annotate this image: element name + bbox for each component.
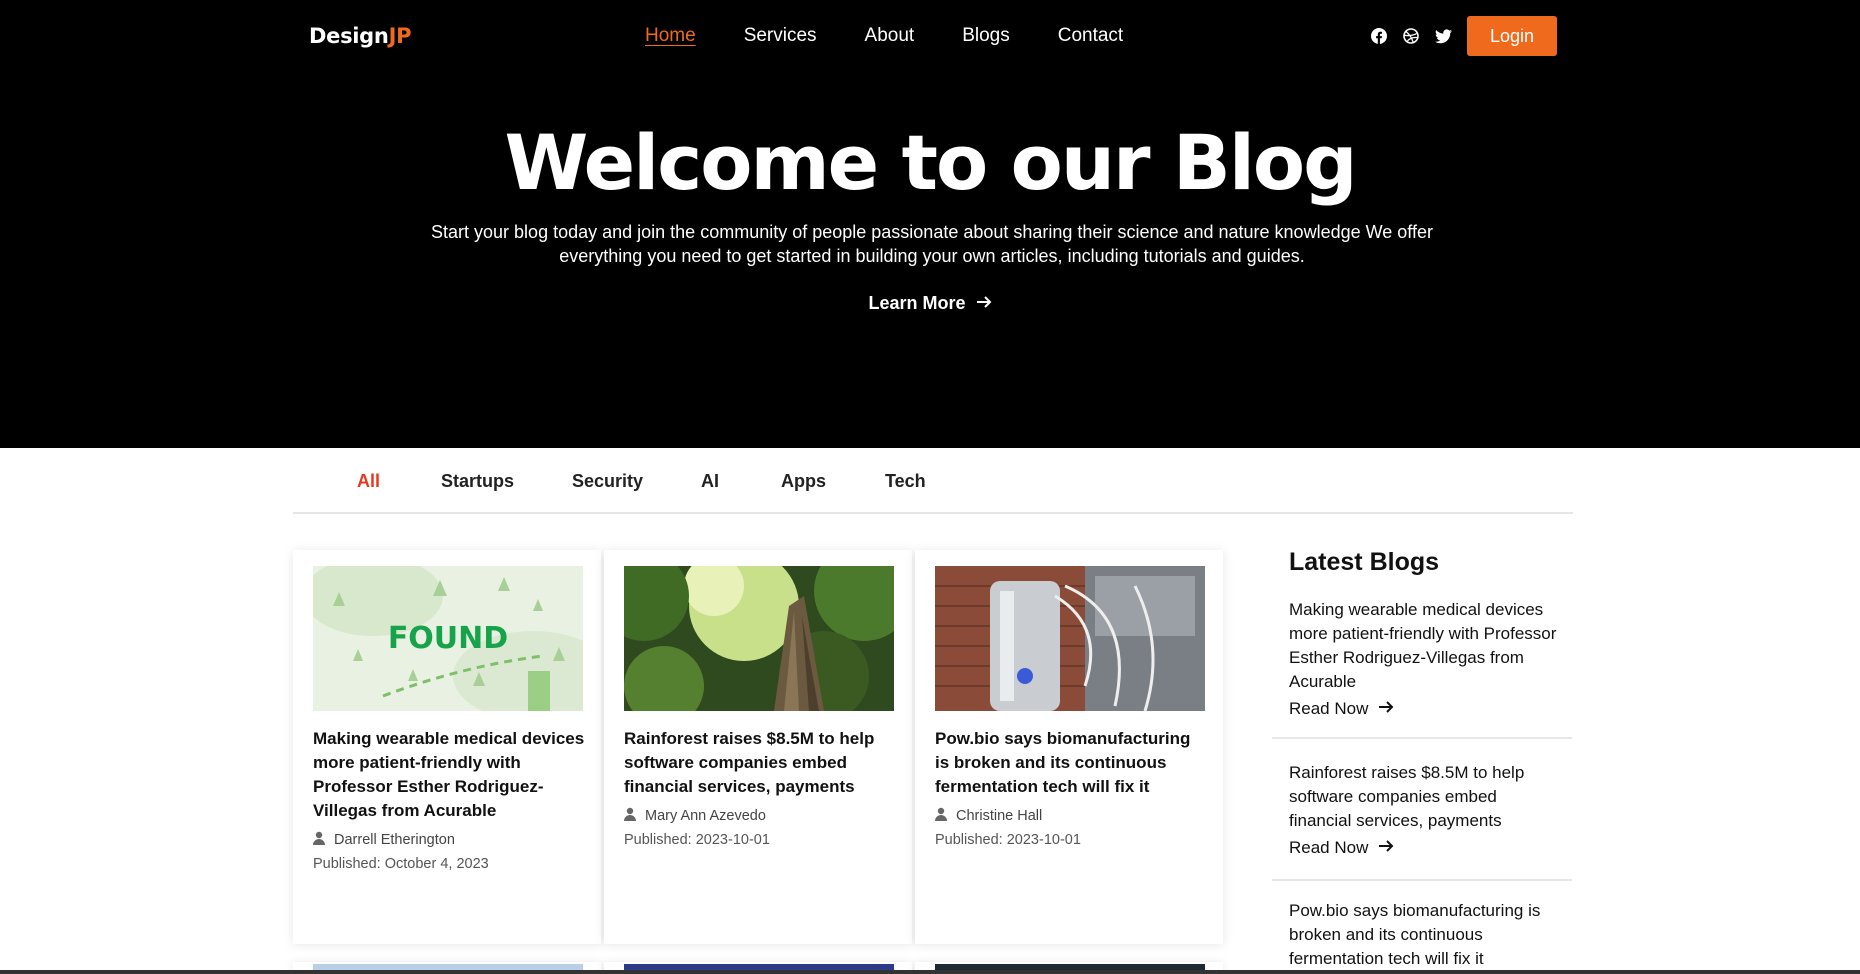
- blog-card[interactable]: FOUND Making wearable medical devices mo…: [293, 550, 601, 944]
- tab-all[interactable]: All: [357, 471, 380, 492]
- read-now-link[interactable]: Read Now: [1289, 838, 1394, 858]
- facebook-icon[interactable]: [1370, 27, 1388, 45]
- blog-card-title[interactable]: Pow.bio says biomanufacturing is broken …: [935, 727, 1207, 799]
- nav-home[interactable]: Home: [645, 24, 696, 48]
- tab-tech[interactable]: Tech: [885, 471, 926, 492]
- blog-card-date: Published: 2023-10-01: [935, 832, 1081, 848]
- hero-title: Welcome to our Blog: [504, 118, 1357, 207]
- blog-card-title[interactable]: Rainforest raises $8.5M to help software…: [624, 727, 896, 799]
- nav-services[interactable]: Services: [744, 24, 817, 48]
- logo-main: Design: [309, 24, 389, 48]
- sidebar-blog-item: Rainforest raises $8.5M to help software…: [1272, 761, 1572, 881]
- blog-card-title[interactable]: Making wearable medical devices more pat…: [313, 727, 585, 823]
- arrow-right-icon: [1378, 838, 1394, 858]
- user-icon: [935, 807, 947, 825]
- horizontal-scrollbar[interactable]: [0, 970, 1860, 974]
- nav-about[interactable]: About: [865, 24, 915, 48]
- thumb-label: FOUND: [388, 621, 508, 656]
- nav-blogs[interactable]: Blogs: [962, 24, 1010, 48]
- user-icon: [624, 807, 636, 825]
- social-links: [1370, 27, 1452, 45]
- logo-accent: JP: [388, 24, 412, 48]
- blog-card-author: Mary Ann Azevedo: [624, 807, 766, 825]
- blog-card-image: [935, 566, 1205, 711]
- sidebar-blog-title[interactable]: Making wearable medical devices more pat…: [1289, 598, 1559, 694]
- sidebar-blog-title[interactable]: Rainforest raises $8.5M to help software…: [1289, 761, 1559, 833]
- sidebar-blog-item: Pow.bio says biomanufacturing is broken …: [1272, 899, 1572, 974]
- read-now-link[interactable]: Read Now: [1289, 699, 1394, 719]
- nav-contact[interactable]: Contact: [1058, 24, 1123, 48]
- sidebar-blog-title[interactable]: Pow.bio says biomanufacturing is broken …: [1289, 899, 1559, 971]
- arrow-right-icon: [976, 293, 992, 314]
- arrow-right-icon: [1378, 699, 1394, 719]
- blog-card-author: Christine Hall: [935, 807, 1042, 825]
- author-name: Darrell Etherington: [334, 832, 455, 848]
- blog-card-image: [624, 566, 894, 711]
- read-now-label: Read Now: [1289, 838, 1369, 857]
- dribbble-icon[interactable]: [1402, 27, 1420, 45]
- tab-apps[interactable]: Apps: [781, 471, 826, 492]
- twitter-icon[interactable]: [1434, 27, 1452, 45]
- hero-section: DesignJP Home Services About Blogs Conta…: [0, 0, 1860, 448]
- login-button[interactable]: Login: [1467, 16, 1557, 56]
- sidebar-heading: Latest Blogs: [1289, 548, 1440, 576]
- author-name: Mary Ann Azevedo: [645, 808, 766, 824]
- logo[interactable]: DesignJP: [309, 24, 411, 48]
- hero-subtitle: Start your blog today and join the commu…: [431, 222, 1433, 266]
- tab-startups[interactable]: Startups: [441, 471, 514, 492]
- learn-more-link[interactable]: Learn More: [0, 293, 1860, 314]
- tab-ai[interactable]: AI: [701, 471, 719, 492]
- blog-card-image: FOUND: [313, 566, 583, 711]
- blog-card-date: Published: October 4, 2023: [313, 856, 489, 872]
- category-tabs: All Startups Security AI Apps Tech: [293, 448, 1573, 514]
- blog-card-author: Darrell Etherington: [313, 831, 455, 849]
- author-name: Christine Hall: [956, 808, 1043, 824]
- main-nav: Home Services About Blogs Contact: [645, 24, 1123, 48]
- sidebar-blog-item: Making wearable medical devices more pat…: [1272, 598, 1572, 739]
- read-now-label: Read Now: [1289, 699, 1369, 718]
- tab-security[interactable]: Security: [572, 471, 643, 492]
- blog-card[interactable]: Rainforest raises $8.5M to help software…: [604, 550, 912, 944]
- user-icon: [313, 831, 325, 849]
- learn-more-label: Learn More: [868, 293, 966, 313]
- blog-card-date: Published: 2023-10-01: [624, 832, 770, 848]
- blog-card[interactable]: Pow.bio says biomanufacturing is broken …: [915, 550, 1223, 944]
